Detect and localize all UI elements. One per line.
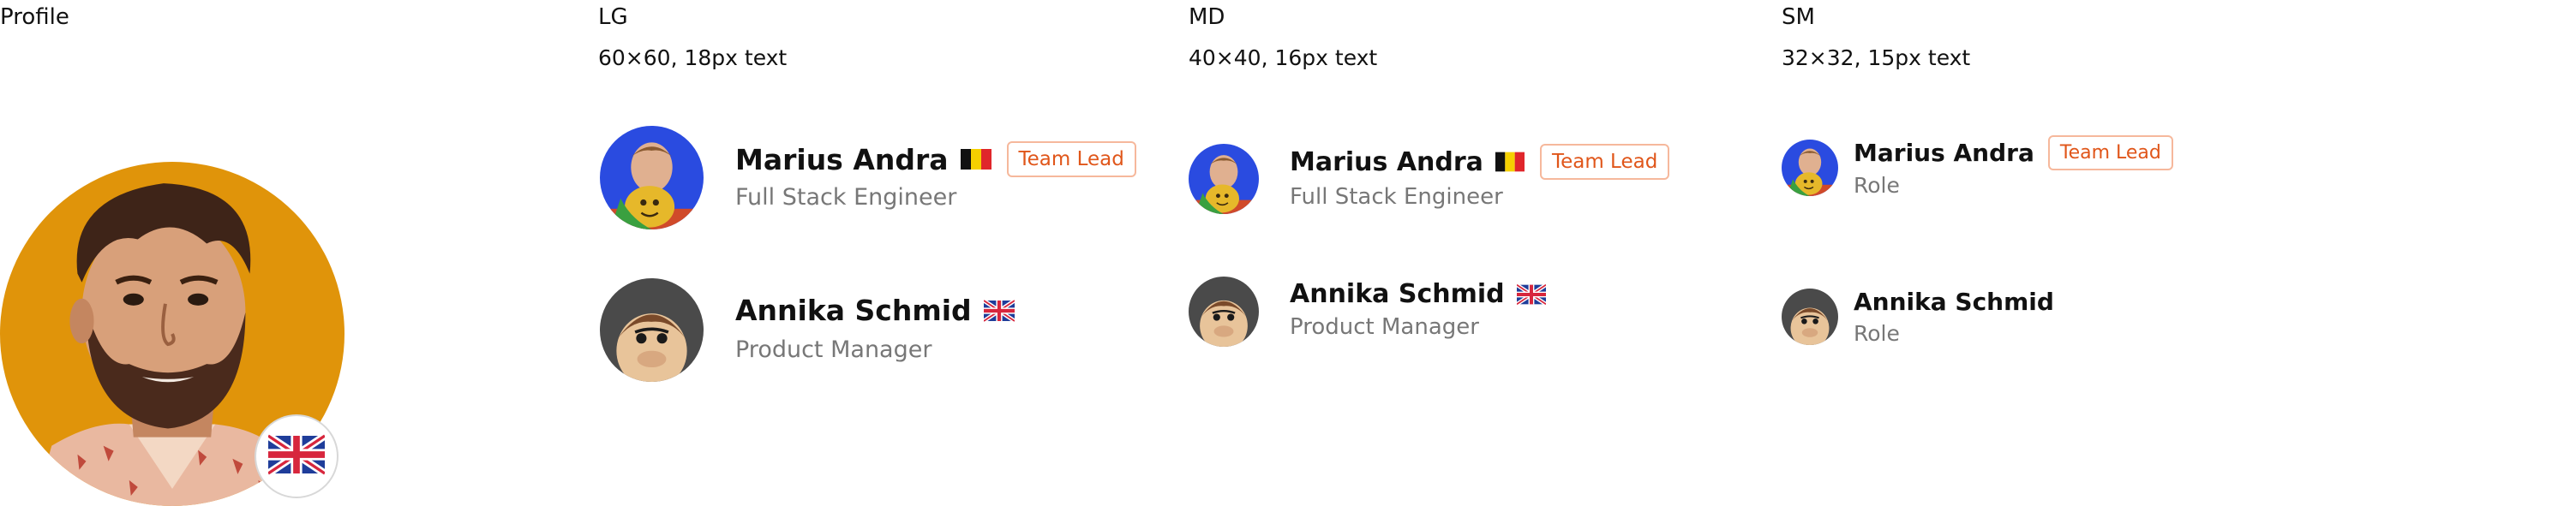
section-subtitle-sm: 32×32, 15px text	[1782, 45, 1971, 70]
belgium-flag-icon	[960, 148, 991, 170]
annika-avatar-illustration	[1189, 277, 1259, 347]
profile-section: Profile	[0, 0, 591, 506]
team-lead-badge: Team Lead	[2047, 135, 2173, 170]
team-lead-badge: Team Lead	[1539, 144, 1670, 180]
marius-avatar-illustration	[1782, 140, 1838, 196]
person-role: Role	[1854, 321, 1900, 346]
uk-flag-icon	[1516, 283, 1546, 305]
avatar[interactable]	[1189, 277, 1259, 347]
avatar[interactable]	[1189, 144, 1259, 214]
person-role: Role	[1854, 173, 1900, 198]
person-marius-md[interactable]: Marius Andra Team Lead	[1290, 144, 1670, 180]
avatar[interactable]	[600, 126, 704, 229]
marius-avatar-illustration	[600, 126, 704, 229]
person-role: Full Stack Engineer	[1290, 184, 1503, 210]
marius-avatar-illustration	[1189, 144, 1259, 214]
person-name: Marius Andra	[1854, 139, 2034, 167]
section-title-sm: SM	[1782, 4, 1815, 30]
person-name: Annika Schmid	[1854, 288, 2054, 316]
person-role: Full Stack Engineer	[735, 184, 957, 211]
person-role: Product Manager	[735, 336, 932, 363]
section-title-md: MD	[1189, 4, 1225, 30]
uk-flag-icon	[266, 432, 327, 479]
person-name: Marius Andra	[735, 142, 949, 176]
person-marius-lg[interactable]: Marius Andra Team Lead	[735, 141, 1136, 177]
annika-avatar-illustration	[600, 278, 704, 382]
belgium-flag-icon	[1495, 152, 1525, 172]
person-marius-sm[interactable]: Marius Andra Team Lead	[1854, 135, 2173, 170]
section-title-lg: LG	[598, 4, 628, 30]
person-role: Product Manager	[1290, 314, 1479, 340]
person-name: Annika Schmid	[1290, 279, 1505, 309]
person-annika-lg[interactable]: Annika Schmid	[735, 294, 1015, 327]
avatar[interactable]	[600, 278, 704, 382]
section-subtitle-md: 40×40, 16px text	[1189, 45, 1378, 70]
profile-flag-badge	[255, 414, 338, 498]
avatar[interactable]	[1782, 140, 1838, 196]
person-annika-sm[interactable]: Annika Schmid	[1854, 288, 2054, 316]
annika-avatar-illustration	[1782, 289, 1838, 345]
section-title-profile: Profile	[0, 4, 69, 30]
team-lead-badge: Team Lead	[1006, 141, 1136, 177]
person-name: Annika Schmid	[735, 294, 972, 327]
section-subtitle-lg: 60×60, 18px text	[598, 45, 788, 70]
uk-flag-icon	[983, 299, 1015, 322]
person-name: Marius Andra	[1290, 146, 1483, 177]
person-annika-md[interactable]: Annika Schmid	[1290, 279, 1546, 309]
avatar[interactable]	[1782, 289, 1838, 345]
